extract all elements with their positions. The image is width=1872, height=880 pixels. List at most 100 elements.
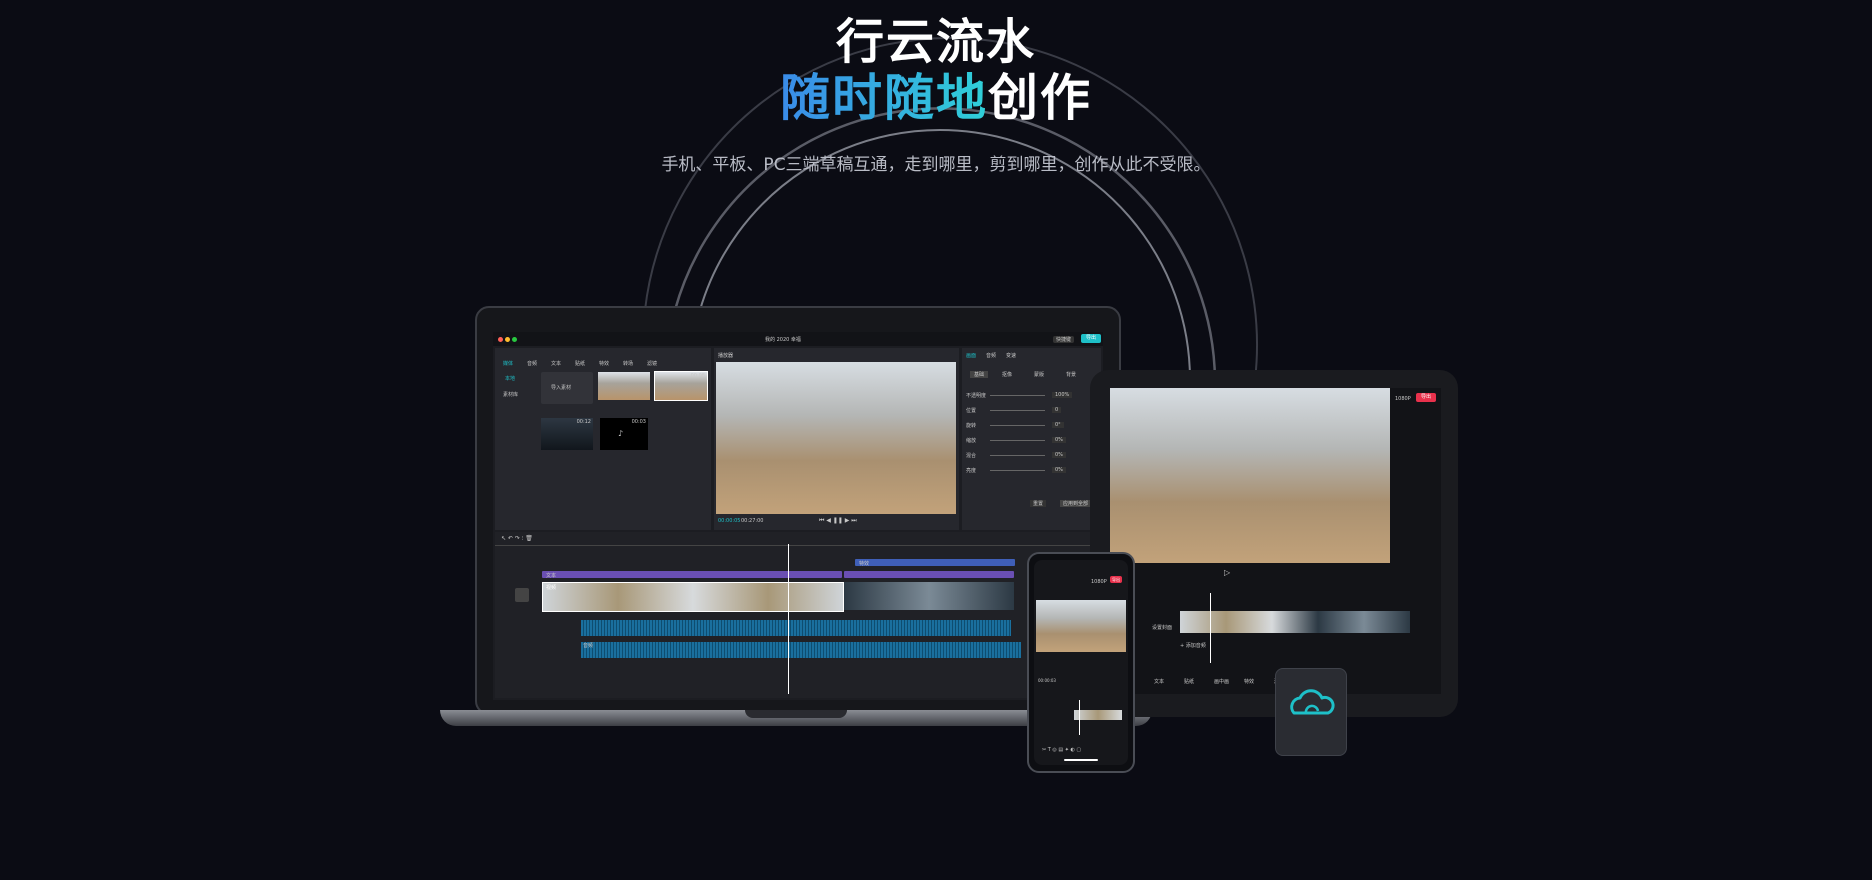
inspector-slider[interactable] (990, 470, 1045, 471)
thumb-duration: 00:08 (690, 373, 705, 379)
tablet-add-audio[interactable]: + 添加音频 (1180, 642, 1206, 649)
player-label: 播放器 (718, 353, 734, 359)
inspector-slider[interactable] (990, 455, 1045, 456)
inspector-row-value[interactable]: 0 (1052, 407, 1062, 413)
phone-device: 1080P 导出 00:00:03 ✂ T ◎ ▤ ✦ ◐ ▢ (1027, 552, 1135, 773)
media-thumb[interactable]: 00:08 (654, 371, 708, 401)
sidebar-item-local[interactable]: 本地 (505, 375, 515, 382)
cover-button[interactable] (515, 588, 529, 602)
tablet-cover-label[interactable]: 设置封面 (1152, 624, 1172, 631)
tablet-video-track[interactable] (1180, 611, 1410, 633)
timeline-panel: ↖ ↶ ↷ ⫶ 🗑 特效 文本 视频 音频 (495, 532, 1101, 698)
inspector-tab[interactable]: 音频 (986, 352, 996, 359)
phone-timecode: 00:00:03 (1038, 678, 1056, 683)
media-panel: 媒体 音频 文本 贴纸 特效 转场 滤镜 本地 素材库 导入素材 00:08 00:12 ♪… (495, 348, 711, 530)
inspector-panel: 画面 音频 变速 基础 抠像 蒙版 背景 不透明度 100% 位置 0 旋转 0° 缩放 0% 混合 0% 亮… (962, 348, 1101, 530)
window-title: 我的 2020 幸福 (765, 337, 801, 343)
phone-playhead[interactable] (1079, 700, 1080, 735)
import-label: 导入素材 (551, 385, 572, 391)
inspector-slider[interactable] (990, 440, 1045, 441)
audio-waveform[interactable]: 音频 (581, 642, 1021, 658)
media-thumb[interactable]: 00:12 (541, 418, 593, 450)
inspector-row-value[interactable]: 0° (1052, 422, 1064, 428)
phone-screen: 1080P 导出 00:00:03 ✂ T ◎ ▤ ✦ ◐ ▢ (1034, 560, 1128, 765)
phone-export-button[interactable]: 导出 (1110, 576, 1122, 583)
inspector-tab[interactable]: 变速 (1006, 352, 1016, 359)
tablet-resolution[interactable]: 1080P (1395, 396, 1411, 402)
apply-all-button[interactable]: 应用到全部 (1060, 500, 1092, 507)
phone-toolbar[interactable]: ✂ T ◎ ▤ ✦ ◐ ▢ (1042, 747, 1081, 753)
export-button[interactable]: 导出 (1081, 334, 1101, 343)
inspector-row-value[interactable]: 0% (1052, 437, 1066, 443)
video-clip[interactable] (844, 582, 1014, 610)
tablet-tool[interactable]: 画中画 (1214, 678, 1229, 685)
toolbar-tab[interactable]: 媒体 (503, 360, 513, 367)
timeline-tools[interactable]: ↖ ↶ ↷ ⫶ 🗑 (501, 535, 533, 543)
hero-subtitle: 手机、平板、PC三端草稿互通，走到哪里，剪到哪里，创作从此不受限。 (661, 155, 1211, 175)
inspector-slider[interactable] (990, 410, 1045, 411)
inspector-row-label: 不透明度 (966, 393, 987, 399)
hero-title-line2: 随时随地创作 (0, 66, 1872, 130)
phone-resolution[interactable]: 1080P (1091, 579, 1107, 585)
toolbar-tab[interactable]: 特效 (599, 360, 609, 367)
thumb-duration: 00:12 (576, 419, 591, 425)
player-preview (716, 362, 956, 514)
inspector-slider[interactable] (990, 425, 1045, 426)
inspector-row-label: 亮度 (966, 468, 977, 474)
tablet-play-icon[interactable]: ▷ (1224, 568, 1230, 577)
toolbar-tab[interactable]: 文本 (551, 360, 561, 367)
home-indicator (1064, 759, 1098, 761)
music-note-icon: ♪ (618, 429, 624, 438)
tablet-preview (1110, 388, 1390, 563)
text-track[interactable] (844, 571, 1014, 578)
tablet-screen: 1080P 导出 ▷ 设置封面 + 添加音频 剪辑文本贴纸画中画特效滤镜比例 (1110, 388, 1441, 694)
player-time-current: 00:00:05 (718, 518, 741, 524)
tablet-tool[interactable]: 贴纸 (1184, 678, 1194, 685)
play-controls[interactable]: ⏮ ◀ ❚❚ ▶ ⏭ (819, 517, 857, 525)
inspector-row-value[interactable]: 0% (1052, 452, 1066, 458)
shortcut-button[interactable]: 快捷键 (1053, 336, 1075, 343)
inspector-row-label: 位置 (966, 408, 977, 414)
audio-thumb[interactable]: ♪ 00:03 (600, 418, 648, 450)
tablet-device: 1080P 导出 ▷ 设置封面 + 添加音频 剪辑文本贴纸画中画特效滤镜比例 (1090, 370, 1458, 717)
thumb-duration: 00:03 (631, 419, 646, 425)
reset-button[interactable]: 重置 (1030, 500, 1047, 507)
cloud-sync-card (1275, 668, 1347, 756)
phone-preview (1036, 600, 1126, 652)
inspector-row-value[interactable]: 100% (1052, 392, 1073, 398)
tablet-tool[interactable]: 特效 (1244, 678, 1254, 685)
toolbar-tab[interactable]: 转场 (623, 360, 633, 367)
hero-title-line1: 行云流水 (835, 14, 1036, 70)
media-thumb[interactable] (598, 372, 650, 400)
inspector-row-value[interactable]: 0% (1052, 467, 1066, 473)
inspector-row-label: 缩放 (966, 438, 977, 444)
tablet-export-button[interactable]: 导出 (1416, 393, 1436, 402)
app-titlebar: 我的 2020 幸福 快捷键 导出 (493, 332, 1103, 346)
effect-track[interactable]: 特效 (855, 559, 1015, 567)
sidebar-item-library[interactable]: 素材库 (503, 391, 518, 398)
playhead[interactable] (788, 544, 789, 694)
tablet-tool[interactable]: 文本 (1154, 678, 1164, 685)
toolbar-tab[interactable]: 音频 (527, 360, 537, 367)
inspector-slider[interactable] (990, 395, 1045, 396)
inspector-subtab[interactable]: 蒙版 (1034, 371, 1044, 378)
laptop-device: 我的 2020 幸福 快捷键 导出 媒体 音频 文本 贴纸 特效 转场 滤镜 本地 素材库 … (475, 306, 1121, 715)
video-clip[interactable]: 视频 (542, 582, 844, 612)
cloud-icon (1290, 689, 1335, 715)
text-track[interactable]: 文本 (542, 571, 842, 579)
inspector-subtab[interactable]: 抠像 (1002, 371, 1012, 378)
phone-video-track[interactable] (1074, 710, 1122, 720)
laptop-screen: 我的 2020 幸福 快捷键 导出 媒体 音频 文本 贴纸 特效 转场 滤镜 本地 素材库 … (493, 332, 1103, 700)
hero-title-gradient: 随时随地 (780, 69, 988, 127)
toolbar-tab[interactable]: 贴纸 (575, 360, 585, 367)
inspector-subtab[interactable]: 基础 (970, 371, 989, 378)
import-button[interactable]: 导入素材 (541, 372, 593, 404)
player-panel: 播放器 00:00:05 00:27:00 ⏮ ◀ ❚❚ ▶ ⏭ (714, 348, 959, 530)
inspector-subtab[interactable]: 背景 (1066, 371, 1076, 378)
timeline-ruler (495, 545, 1101, 550)
tablet-playhead[interactable] (1210, 593, 1211, 663)
inspector-row-label: 混合 (966, 453, 977, 459)
inspector-tab[interactable]: 画面 (966, 352, 976, 359)
audio-waveform[interactable] (581, 620, 1011, 636)
toolbar-tab[interactable]: 滤镜 (647, 360, 657, 367)
